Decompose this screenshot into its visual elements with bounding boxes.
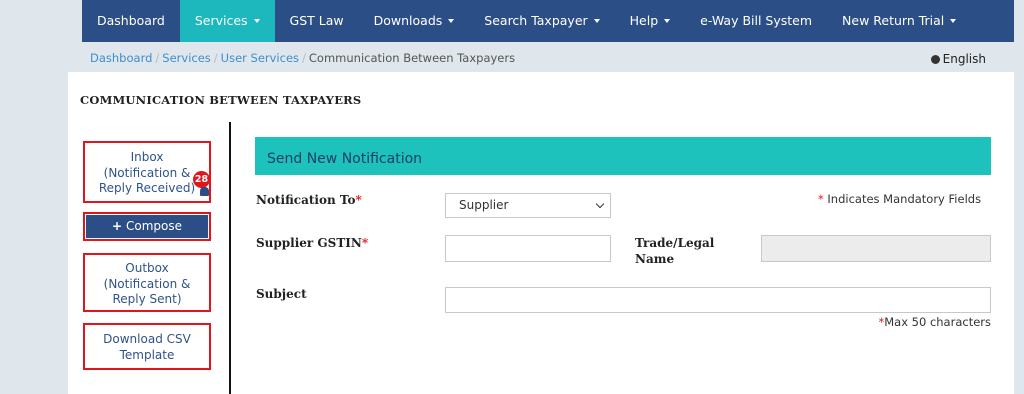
nav-label: Dashboard	[97, 13, 165, 28]
breadcrumb-separator: /	[213, 51, 218, 65]
inbox-label-line1: Inbox	[130, 150, 164, 164]
csv-label-line2: Template	[119, 347, 175, 362]
breadcrumb-user-services[interactable]: User Services	[221, 51, 299, 65]
breadcrumb-current: Communication Between Taxpayers	[308, 51, 516, 65]
outbox-label-line1: Outbox	[125, 261, 169, 275]
csv-label-line1: Download CSV	[103, 332, 191, 346]
trade-name-label: Trade/Legal Name	[635, 235, 714, 267]
nav-downloads[interactable]: Downloads	[359, 0, 470, 42]
nav-label: Services	[194, 13, 248, 28]
main-panel: COMMUNICATION BETWEEN TAXPAYERS Inbox (N…	[68, 72, 1014, 394]
supplier-gstin-input[interactable]	[445, 235, 611, 262]
required-marker: *	[355, 193, 362, 207]
nav-services[interactable]: Services	[179, 0, 275, 42]
chevron-down-icon	[595, 199, 605, 209]
bell-icon	[200, 187, 209, 196]
breadcrumb-dashboard[interactable]: Dashboard	[90, 51, 152, 65]
caret-down-icon	[253, 19, 260, 23]
notification-to-select[interactable]: Supplier	[445, 193, 611, 218]
nav-dashboard[interactable]: Dashboard	[82, 0, 180, 42]
compose-button[interactable]: + Compose	[83, 212, 211, 241]
nav-help[interactable]: Help	[615, 0, 686, 42]
top-nav: Dashboard Services GST Law Downloads Sea…	[82, 0, 1014, 42]
breadcrumb-separator: /	[302, 51, 306, 65]
nav-label: Help	[629, 13, 659, 28]
nav-new-return-trial[interactable]: New Return Trial	[827, 0, 971, 42]
max-characters-text: Max 50 characters	[884, 315, 991, 329]
breadcrumb-bar: Dashboard / Services / User Services / Communi…	[82, 42, 1014, 72]
nav-label: e-Way Bill System	[700, 13, 813, 28]
required-marker: *	[361, 236, 369, 250]
notification-to-label: Notification To*	[256, 192, 362, 208]
form-header: Send New Notification	[255, 137, 991, 175]
outbox-button[interactable]: Outbox (Notification & Reply Sent)	[83, 253, 211, 312]
breadcrumb-separator: /	[155, 51, 160, 65]
outbox-label-line3: Reply Sent)	[112, 292, 182, 306]
breadcrumb-services[interactable]: Services	[162, 51, 211, 65]
trade-name-label-line1: Trade/Legal	[635, 236, 715, 250]
inbox-button[interactable]: Inbox (Notification & Reply Received) 28	[83, 141, 211, 203]
breadcrumb: Dashboard / Services / User Services / Communi…	[90, 51, 515, 65]
inbox-label-line2: (Notification &	[103, 165, 191, 180]
mandatory-note-text: Indicates Mandatory Fields	[823, 192, 982, 206]
inbox-count-badge: 28	[193, 171, 210, 188]
supplier-gstin-text: Supplier GSTIN	[256, 236, 362, 250]
download-csv-template-button[interactable]: Download CSV Template	[83, 323, 211, 370]
max-characters-note: *Max 50 characters	[878, 315, 991, 329]
subject-label: Subject	[256, 287, 307, 301]
nav-label: Downloads	[373, 13, 443, 28]
language-label: English	[942, 52, 986, 66]
compose-button-fill: + Compose	[86, 215, 208, 238]
nav-search-taxpayer[interactable]: Search Taxpayer	[469, 0, 614, 42]
caret-down-icon	[448, 19, 455, 23]
inbox-label-line3: Reply Received)	[98, 181, 196, 195]
globe-icon	[930, 55, 940, 64]
nav-eway-bill[interactable]: e-Way Bill System	[685, 0, 827, 42]
sidebar-divider	[229, 122, 231, 394]
nav-label: GST Law	[289, 13, 344, 28]
notification-to-text: Notification To	[256, 193, 356, 207]
plus-icon: +	[111, 219, 123, 233]
subject-input[interactable]	[445, 287, 991, 313]
nav-gst-law[interactable]: GST Law	[275, 0, 359, 42]
nav-label: Search Taxpayer	[484, 13, 588, 28]
language-selector[interactable]: English	[930, 52, 986, 66]
caret-down-icon	[950, 19, 957, 23]
outbox-label-line2: (Notification &	[103, 276, 191, 291]
caret-down-icon	[664, 19, 671, 23]
mandatory-note: * Indicates Mandatory Fields	[818, 192, 981, 206]
notification-to-value: Supplier	[459, 198, 509, 212]
compose-label: Compose	[126, 219, 183, 233]
nav-label: New Return Trial	[842, 13, 945, 28]
page-title: COMMUNICATION BETWEEN TAXPAYERS	[80, 93, 362, 107]
trade-name-field	[761, 235, 991, 262]
supplier-gstin-label: Supplier GSTIN*	[256, 235, 368, 251]
trade-name-label-line2: Name	[635, 252, 675, 266]
caret-down-icon	[593, 19, 600, 23]
